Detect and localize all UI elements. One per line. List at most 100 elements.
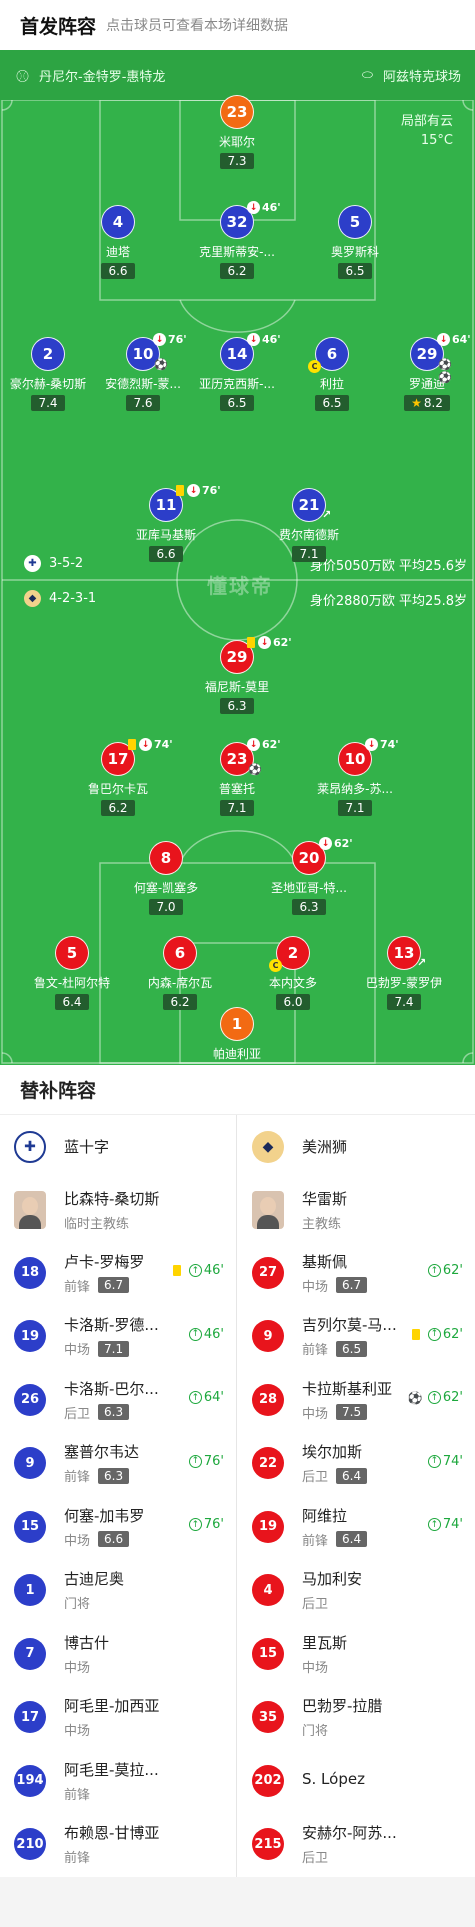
player-name: 巴勃罗-蒙罗伊 [365,976,443,990]
sub-player-row[interactable]: 194 阿毛里-莫拉... 前锋 [0,1749,236,1813]
player-name: 内森-席尔瓦 [147,976,213,990]
player-marker[interactable]: 5 鲁文-杜阿尔特 6.4 [17,936,127,1010]
event-badges: ↓ 62' [319,837,353,850]
player-marker[interactable]: 13 ↗ 巴勃罗-蒙罗伊 7.4 [349,936,459,1010]
player-marker[interactable]: 29 ↓ 62' 福尼斯-莫里 6.3 [182,636,292,714]
player-marker[interactable]: 23 米耶尔 7.3 [182,95,292,169]
captain-badge: C [308,360,321,373]
player-marker[interactable]: 21 ↗ 费尔南德斯 7.1 [254,488,364,562]
player-marker[interactable]: 32 ↓ 46' 克里斯蒂安-... 6.2 [182,201,292,279]
home-subs-team-name: 蓝十字 [64,1138,110,1156]
player-marker[interactable]: 6 内森-席尔瓦 6.2 [125,936,235,1010]
player-name: 克里斯蒂安-... [199,245,275,259]
player-marker[interactable]: 10 ↓ 74' 莱昂纳多-苏... 7.1 [300,738,410,816]
sub-player-name: 吉列尔莫-马... [302,1316,397,1335]
sub-player-row[interactable]: 4 马加利安 后卫 [238,1559,475,1623]
player-marker[interactable]: 17 ↓ 74' 鲁巴尔卡瓦 6.2 [63,738,173,816]
sub-player-info: 里瓦斯 中场 [302,1632,347,1676]
sub-event: ↑ 74' [427,1454,463,1469]
player-rating: 7.4 [387,994,421,1010]
player-marker[interactable]: 23 ↓ 62' ⚽ 普塞托 7.1 [182,738,292,816]
player-name: 福尼斯-莫里 [204,680,270,694]
player-rating: 7.1 [338,800,372,816]
sub-player-row[interactable]: 215 安赫尔-阿苏... 后卫 [238,1813,475,1877]
player-marker[interactable]: 2 C 本内文多 6.0 [238,936,348,1010]
shirt-number: 18 [14,1256,46,1289]
sub-player-name: 博古什 [64,1633,110,1652]
shirt-number: 10 ↓ 76' ⚽ [126,333,187,371]
player-marker[interactable]: 11 ↓ 76' 亚库马基斯 6.6 [111,484,221,562]
sub-minute: 76' [203,1453,224,1469]
away-team[interactable]: ⬭ 阿兹特克球场 [362,66,461,85]
sub-player-name: 卡洛斯-巴尔... [64,1379,159,1398]
sub-player-row[interactable]: 27 基斯佩 中场 6.7 ↑ 62' [238,1241,475,1305]
event-badges: ↓ 74' [128,738,173,751]
away-subs-team[interactable]: ◆ 美洲狮 [238,1115,475,1178]
sub-player-name: 马加利安 [302,1570,363,1589]
sub-player-position: 前锋 6.5 [302,1339,397,1358]
home-logo-icon: ✚ [14,1130,46,1163]
position-label: 后卫 [302,1851,329,1867]
position-label: 后卫 [302,1470,329,1486]
position-label: 中场 [302,1660,329,1676]
sub-player-info: 阿毛里-加西亚 中场 [64,1695,159,1739]
away-coach[interactable]: 华雷斯 主教练 [238,1178,475,1241]
player-marker[interactable]: 5 奥罗斯科 6.5 [300,205,410,279]
sub-player-row[interactable]: 7 博古什 中场 [0,1622,236,1686]
rating-value: 6.3 [227,699,247,713]
sub-player-info: S. López [302,1770,365,1792]
player-marker[interactable]: 20 ↓ 62' 圣地亚哥-特... 6.3 [254,837,364,915]
shirt-number: 26 [14,1383,46,1416]
sub-player-row[interactable]: 22 埃尔加斯 后卫 6.4 ↑ 74' [238,1432,475,1496]
sub-player-row[interactable]: 28 卡拉斯基利亚 中场 7.5 ⚽ ↑ 62' [238,1368,475,1432]
sub-player-info: 巴勃罗-拉腊 门将 [302,1695,382,1739]
player-marker[interactable]: 1帕迪利亚6.0 [182,1007,292,1065]
position-label: 中场 [64,1533,91,1549]
sub-player-rating: 6.4 [336,1531,368,1548]
shirt-number: 215 [252,1828,284,1861]
home-team[interactable]: ⚾︎ 丹尼尔-金特罗-惠特龙 [16,66,165,85]
shirt-number: 21 ↗ [292,488,331,522]
away-subs: ◆ 美洲狮 华雷斯 主教练 27 基斯佩 中场 6.7 ↑ 62' 9 吉列尔莫-马... 前锋… [238,1115,475,1877]
sub-player-row[interactable]: 26 卡洛斯-巴尔... 后卫 6.3 ↑ 64' [0,1368,236,1432]
player-marker[interactable]: 29 ↓ 64' ⚽⚽ 罗通迪 ★ 8.2 [372,333,475,411]
event-badges: ↓ 74' [365,738,399,751]
rating-value: 6.5 [345,264,365,278]
sub-player-row[interactable]: 210 布赖恩-甘博亚 前锋 [0,1813,236,1877]
sub-player-row[interactable]: 19 卡洛斯-罗德... 中场 7.1 ↑ 46' [0,1305,236,1369]
player-marker[interactable]: 6 C 利拉 6.5 [277,337,387,411]
sub-player-row[interactable]: 19 阿维拉 前锋 6.4 ↑ 74' [238,1495,475,1559]
player-marker[interactable]: 4 迪塔 6.6 [63,205,173,279]
shirt-number: 19 [14,1320,46,1353]
sub-player-row[interactable]: 17 阿毛里-加西亚 中场 [0,1686,236,1750]
player-rating: 7.4 [31,395,65,411]
sub-in-icon: ↑ [427,1454,441,1468]
sub-player-row[interactable]: 18 卢卡-罗梅罗 前锋 6.7 ↑ 46' [0,1241,236,1305]
player-marker[interactable]: 14 ↓ 46' 亚历克西斯-... 6.5 [182,333,292,411]
player-name: 米耶尔 [218,135,255,149]
event-badges: ↓ 46' [247,333,281,346]
sub-player-row[interactable]: 1 古迪尼奥 门将 [0,1559,236,1623]
sub-player-row[interactable]: 15 里瓦斯 中场 [238,1622,475,1686]
sub-player-row[interactable]: 15 何塞-加韦罗 中场 6.6 ↑ 76' [0,1495,236,1559]
player-rating: 7.1 [292,546,326,562]
goal-icon: ⚽ [248,763,262,776]
player-rating: 6.4 [55,994,89,1010]
sub-event: ↑ 46' [172,1263,224,1278]
home-subs-team[interactable]: ✚ 蓝十字 [0,1115,236,1178]
sub-player-row[interactable]: 9 塞普尔韦达 前锋 6.3 ↑ 76' [0,1432,236,1496]
player-marker[interactable]: 8 何塞-凯塞多 7.0 [111,841,221,915]
home-coach[interactable]: 比森特-桑切斯 临时主教练 [0,1178,236,1241]
sub-minute: 46' [203,1326,224,1342]
sub-player-row[interactable]: 35 巴勃罗-拉腊 门将 [238,1686,475,1750]
rating-value: 6.2 [227,264,247,278]
away-logo-icon: ◆ [24,590,41,607]
sub-player-row[interactable]: 9 吉列尔莫-马... 前锋 6.5 ↑ 62' [238,1305,475,1369]
lineup-header: 首发阵容 点击球员可查看本场详细数据 [0,0,475,50]
assist-icon: ↗ [417,956,427,969]
sub-player-row[interactable]: 202 S. López [238,1749,475,1813]
sub-in-icon: ↑ [427,1327,441,1341]
weather: 局部有云 15°C [401,112,453,150]
rating-value: 7.1 [227,801,247,815]
position-label: 中场 [64,1724,91,1740]
